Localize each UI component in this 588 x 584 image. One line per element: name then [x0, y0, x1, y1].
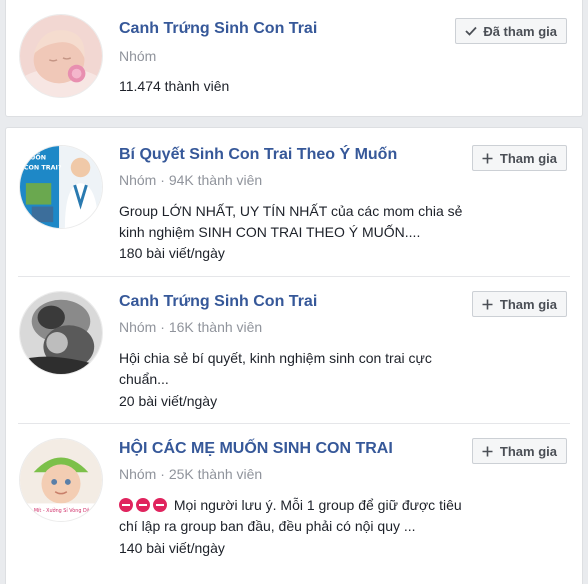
join-button-label: Tham gia: [499, 296, 557, 312]
group-name-link[interactable]: Canh Trứng Sinh Con Trai: [119, 20, 317, 38]
plus-icon: [481, 297, 495, 311]
no-entry-icon: [153, 498, 167, 512]
list-item: Canh Trứng Sinh Con Trai Nhóm · 16K thàn…: [6, 277, 582, 423]
member-count: 94K thành viên: [168, 172, 263, 188]
member-count: 11.474 thành viên: [119, 78, 230, 94]
group-meta: Nhóm · 25K thành viên: [119, 466, 262, 482]
no-entry-icon: [136, 498, 150, 512]
joined-button[interactable]: Đã tham gia: [455, 18, 567, 44]
group-type: Nhóm: [119, 48, 157, 64]
posts-per-day: 180 bài viết/ngày: [119, 245, 225, 261]
group-description-text: Mọi người lưu ý. Mỗi 1 group để giữ được…: [119, 497, 462, 534]
joined-group-card: Canh Trứng Sinh Con Trai Nhóm 11.474 thà…: [5, 0, 583, 117]
plus-icon: [481, 151, 495, 165]
joined-button-label: Đã tham gia: [483, 23, 557, 39]
group-avatar-baby-sleeping[interactable]: [19, 14, 103, 98]
group-meta: Nhóm · 16K thành viên: [119, 319, 262, 335]
meta-separator: ·: [160, 319, 165, 335]
join-button-label: Tham gia: [499, 443, 557, 459]
join-button-label: Tham gia: [499, 150, 557, 166]
member-count: 16K thành viên: [168, 319, 263, 335]
baby-photo: [20, 15, 102, 97]
group-name-link[interactable]: Canh Trứng Sinh Con Trai: [119, 293, 317, 311]
group-avatar-baby-hat[interactable]: n Mít - Xưởng Sỉ Vòng Dâu: [19, 438, 103, 522]
group-description: Group LỚN NHẤT, UY TÍN NHẤT của các mom …: [119, 203, 463, 240]
group-avatar-mother-baby[interactable]: [19, 291, 103, 375]
group-avatar-doctor[interactable]: MUỐN CON TRAI?: [19, 145, 103, 229]
group-name-link[interactable]: HỘI CÁC MẸ MUỐN SINH CON TRAI: [119, 440, 393, 458]
svg-text:CON TRAI?: CON TRAI?: [24, 164, 62, 171]
mother-baby-photo: [20, 292, 102, 374]
group-type: Nhóm: [119, 319, 157, 335]
check-icon: [464, 24, 478, 38]
member-count: 25K thành viên: [168, 466, 263, 482]
list-item: MUỐN CON TRAI? Bí Quyết Sinh Con Trai Th…: [6, 128, 582, 276]
list-item: n Mít - Xưởng Sỉ Vòng Dâu HỘI CÁC MẸ MUỐ…: [6, 424, 582, 584]
group-meta: Nhóm · 94K thành viên: [119, 172, 262, 188]
group-type: Nhóm: [119, 466, 157, 482]
group-type: Nhóm: [119, 172, 157, 188]
svg-text:n Mít - Xưởng Sỉ Vòng Dâu: n Mít - Xưởng Sỉ Vòng Dâu: [29, 507, 93, 514]
no-entry-icon: [119, 498, 133, 512]
group-name-link[interactable]: Bí Quyết Sinh Con Trai Theo Ý Muốn: [119, 146, 397, 164]
doctor-photo: MUỐN CON TRAI?: [20, 146, 102, 228]
meta-separator: ·: [160, 172, 165, 188]
group-description: Mọi người lưu ý. Mỗi 1 group để giữ được…: [119, 495, 469, 537]
join-button[interactable]: Tham gia: [471, 145, 567, 171]
plus-icon: [481, 444, 495, 458]
group-description: Hội chia sẻ bí quyết, kinh nghiệm sinh c…: [119, 350, 432, 387]
posts-per-day: 20 bài viết/ngày: [119, 393, 218, 409]
posts-per-day: 140 bài viết/ngày: [119, 540, 225, 556]
baby-hat-photo: n Mít - Xưởng Sỉ Vòng Dâu: [20, 439, 102, 521]
join-button[interactable]: Tham gia: [471, 291, 567, 317]
join-button[interactable]: Tham gia: [471, 438, 567, 464]
suggested-groups-card: MUỐN CON TRAI? Bí Quyết Sinh Con Trai Th…: [5, 127, 583, 584]
meta-separator: ·: [160, 466, 165, 482]
